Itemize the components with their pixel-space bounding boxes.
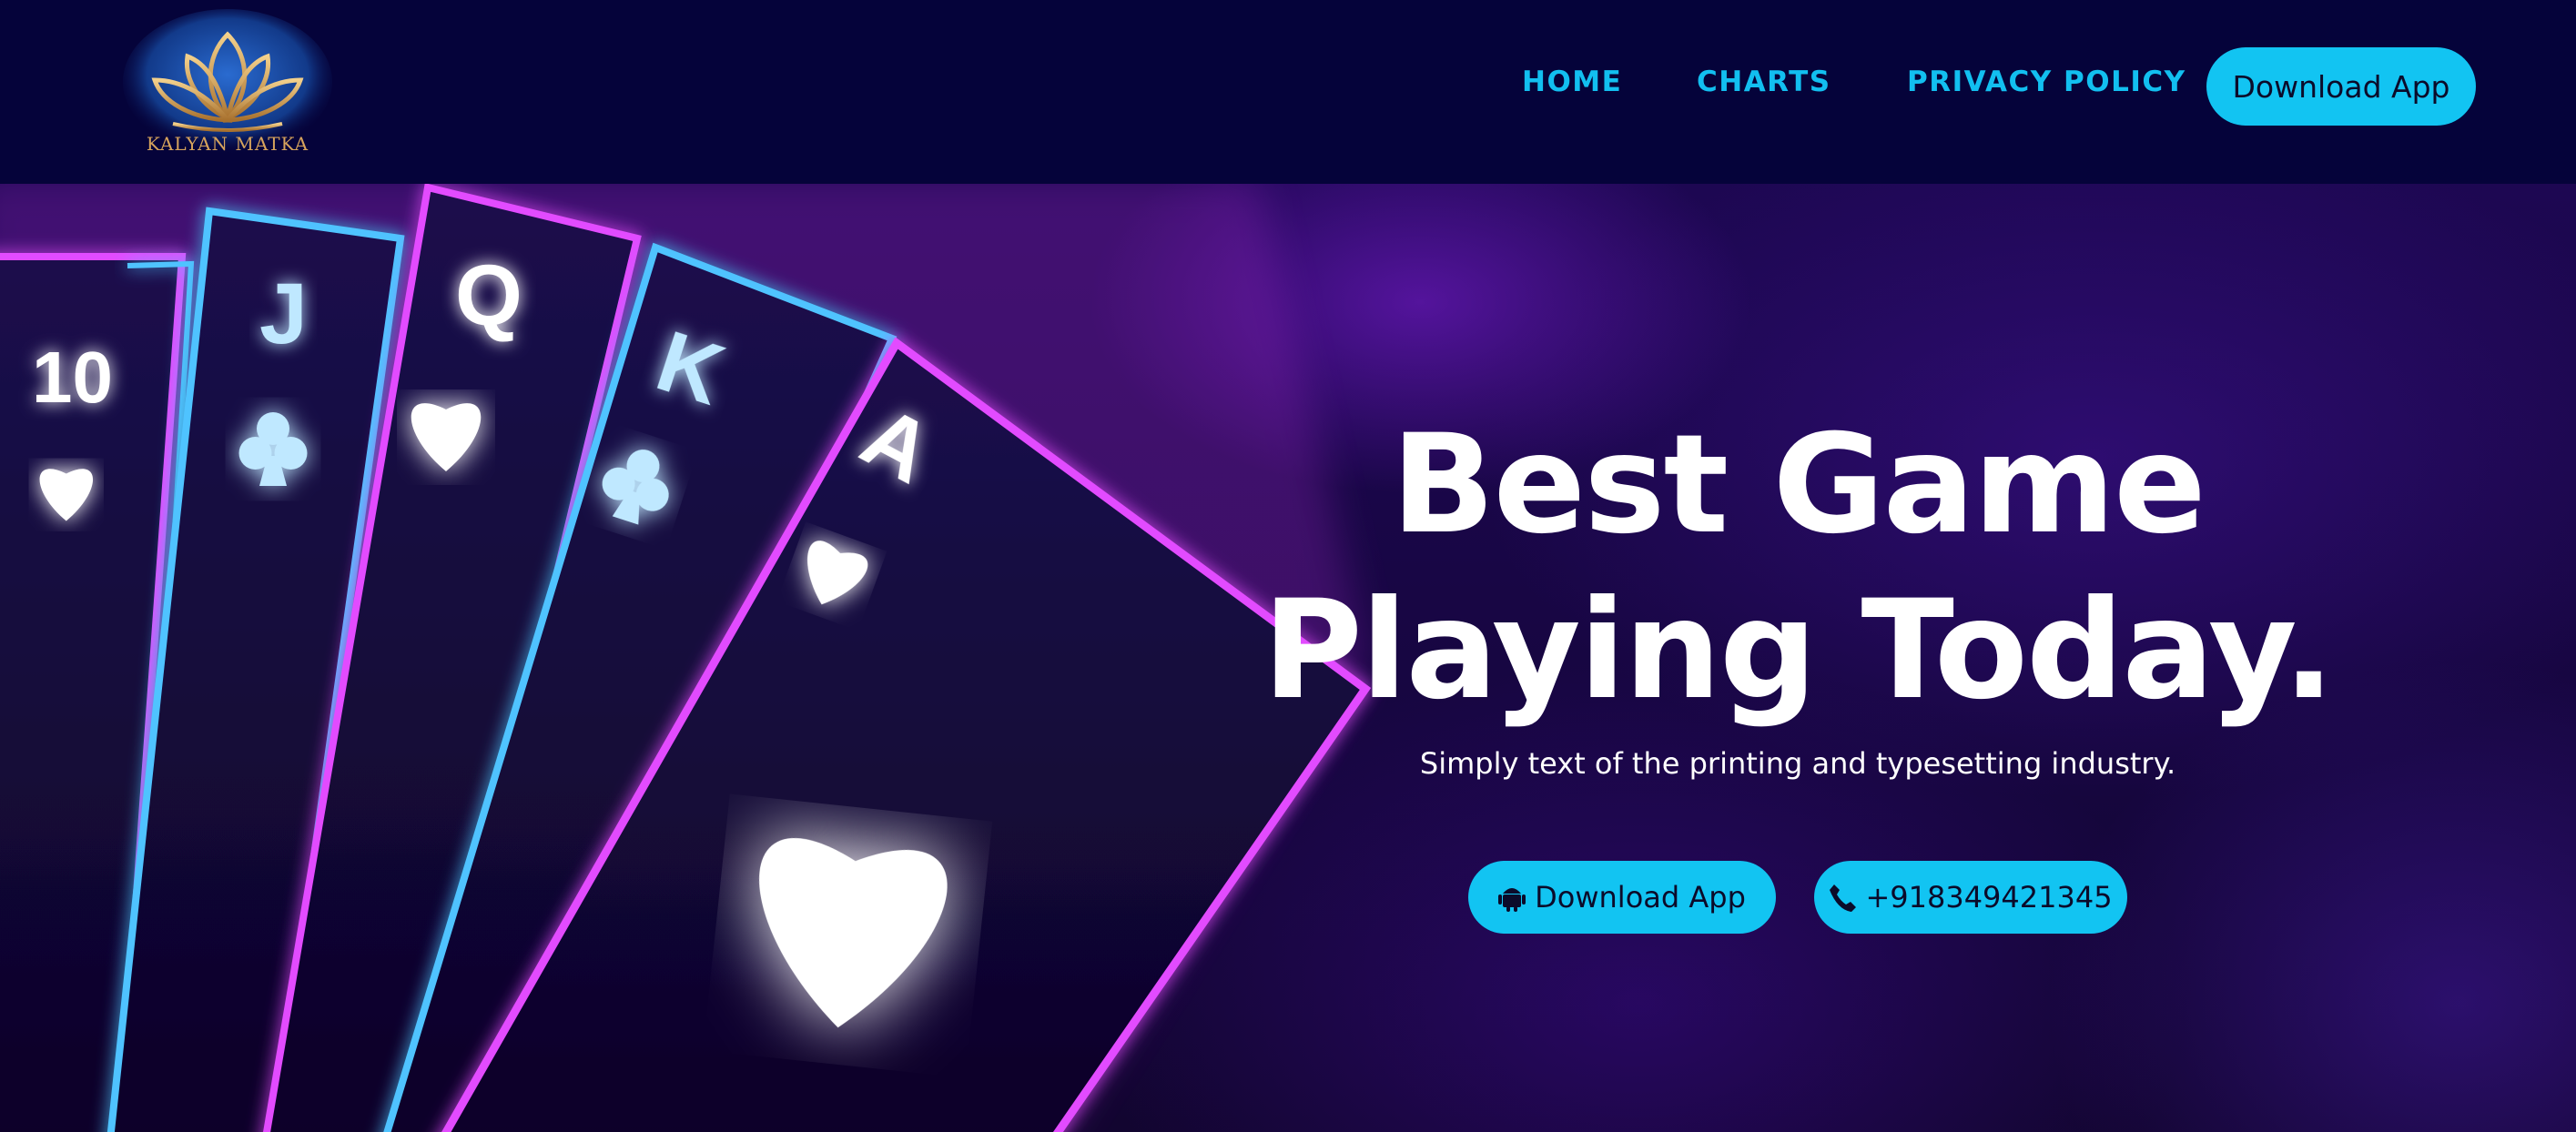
- hero-download-app-button[interactable]: Download App: [1468, 861, 1776, 934]
- hero-title: Best Game Playing Today.: [1092, 402, 2503, 733]
- hero-phone-button[interactable]: +918349421345: [1814, 861, 2127, 934]
- nav-privacy-policy-link[interactable]: PRIVACY POLICY: [1907, 66, 2186, 98]
- hero-section: 10 J Q K A Best Game Playing Today. Simp…: [0, 184, 2576, 1132]
- hero-subtitle: Simply text of the printing and typesett…: [1419, 746, 2176, 781]
- hero-phone-label: +918349421345: [1865, 880, 2113, 915]
- hero-download-app-label: Download App: [1535, 880, 1746, 915]
- logo-text: KALYAN MATKA: [146, 133, 309, 155]
- phone-icon: [1829, 883, 1857, 912]
- navbar: KALYAN MATKA HOME CHARTS PRIVACY POLICY …: [0, 0, 2576, 184]
- hero-title-line1: Best Game: [1391, 406, 2206, 564]
- hero-title-line2: Playing Today.: [1263, 571, 2335, 730]
- nav-download-app-button[interactable]: Download App: [2206, 47, 2476, 126]
- logo[interactable]: KALYAN MATKA: [118, 7, 337, 167]
- android-icon: [1498, 883, 1526, 912]
- nav-charts-link[interactable]: CHARTS: [1697, 66, 1831, 98]
- nav-home-link[interactable]: HOME: [1522, 66, 1622, 98]
- card-j-label: J: [259, 266, 308, 362]
- card-10-label: 10: [32, 337, 113, 418]
- card-q-label: Q: [455, 248, 522, 344]
